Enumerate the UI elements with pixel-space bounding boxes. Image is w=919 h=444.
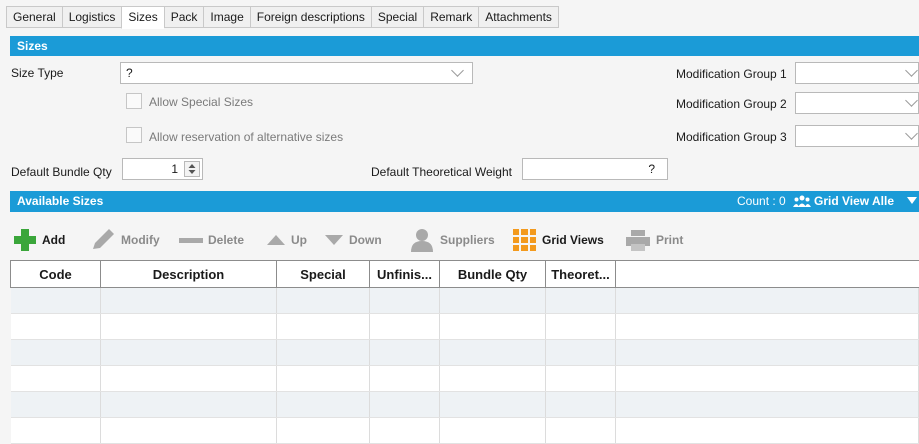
tab-special[interactable]: Special [370,6,424,28]
count-label: Count : 0 [737,194,786,208]
tab-general[interactable]: General [6,6,62,28]
user-icon [411,229,433,252]
tab-foreign-descriptions[interactable]: Foreign descriptions [249,6,371,28]
down-button[interactable]: Down [324,228,382,252]
table-row [10,313,919,340]
default-bundle-qty-label: Default Bundle Qty [11,165,112,179]
chevron-down-icon [451,64,464,77]
stepper-arrows-icon [188,164,196,174]
tab-attachments[interactable]: Attachments [478,6,559,28]
column-header-unfinished[interactable]: Unfinis... [369,260,440,288]
delete-label: Delete [208,233,245,247]
users-icon [793,195,811,207]
suppliers-button[interactable]: Suppliers [409,228,495,252]
dropdown-triangle-icon[interactable] [907,197,917,205]
up-button[interactable]: Up [266,228,307,252]
pencil-icon [93,229,114,249]
mod-group-3-label: Modification Group 3 [676,130,787,144]
chevron-down-icon [905,94,918,107]
tab-bar: General Logistics Sizes Pack Image Forei… [6,6,559,29]
delete-button[interactable]: Delete [179,228,244,252]
suppliers-label: Suppliers [440,233,495,247]
down-label: Down [349,233,382,247]
allow-special-sizes-checkbox[interactable] [126,93,142,109]
grid-view-label[interactable]: Grid View Alle [814,191,894,212]
mod-group-1-select[interactable] [795,62,919,84]
table-row [10,391,919,418]
arrow-up-icon [267,235,285,245]
mod-group-2-label: Modification Group 2 [676,97,787,111]
default-weight-value: ? [648,162,655,176]
default-bundle-qty-value: 1 [171,162,178,176]
grid-views-button[interactable]: Grid Views [513,228,604,252]
modify-label: Modify [121,233,160,247]
column-header-filler [615,260,919,288]
grid-icon [513,229,536,251]
default-weight-input[interactable]: ? [522,158,668,180]
printer-icon [626,230,650,251]
up-label: Up [291,233,307,247]
minus-icon [179,238,203,243]
table-row [10,287,919,314]
allow-special-sizes-label: Allow Special Sizes [149,95,254,109]
mod-group-2-select[interactable] [795,92,919,114]
default-bundle-qty-input[interactable]: 1 [122,158,203,180]
add-button[interactable]: Add [13,228,65,252]
size-type-select[interactable]: ? [120,62,473,84]
table-row [10,417,919,444]
allow-reservation-checkbox[interactable] [126,127,142,143]
chevron-down-icon [905,64,918,77]
mod-group-3-select[interactable] [795,125,919,147]
table-row [10,365,919,392]
column-header-description[interactable]: Description [100,260,277,288]
mod-group-1-label: Modification Group 1 [676,67,787,81]
available-sizes-header: Available Sizes Count : 0 Grid View Alle [10,191,919,212]
modify-button[interactable]: Modify [90,228,160,252]
sizes-table: Code Description Special Unfinis... Bund… [10,260,919,444]
available-sizes-title: Available Sizes [17,194,104,208]
column-header-bundle-qty[interactable]: Bundle Qty [439,260,546,288]
tab-remark[interactable]: Remark [423,6,479,28]
size-type-value: ? [126,66,133,80]
table-header-row: Code Description Special Unfinis... Bund… [10,260,919,288]
table-row [10,339,919,366]
sizes-section-header: Sizes [10,36,919,56]
tab-sizes[interactable]: Sizes [121,6,164,29]
tab-logistics[interactable]: Logistics [61,6,122,28]
column-header-code[interactable]: Code [10,260,101,288]
size-type-label: Size Type [11,66,64,80]
column-header-special[interactable]: Special [276,260,370,288]
add-label: Add [42,233,66,247]
plus-icon [14,229,36,251]
tab-pack[interactable]: Pack [163,6,204,28]
quantity-stepper[interactable] [184,161,200,177]
grid-views-label: Grid Views [542,233,604,247]
arrow-down-icon [325,235,343,245]
tab-image[interactable]: Image [203,6,250,28]
chevron-down-icon [905,127,918,140]
allow-reservation-label: Allow reservation of alternative sizes [149,130,344,144]
default-weight-label: Default Theoretical Weight [371,165,512,179]
column-header-theoretical[interactable]: Theoret... [545,260,616,288]
print-label: Print [656,233,684,247]
print-button[interactable]: Print [625,228,683,252]
